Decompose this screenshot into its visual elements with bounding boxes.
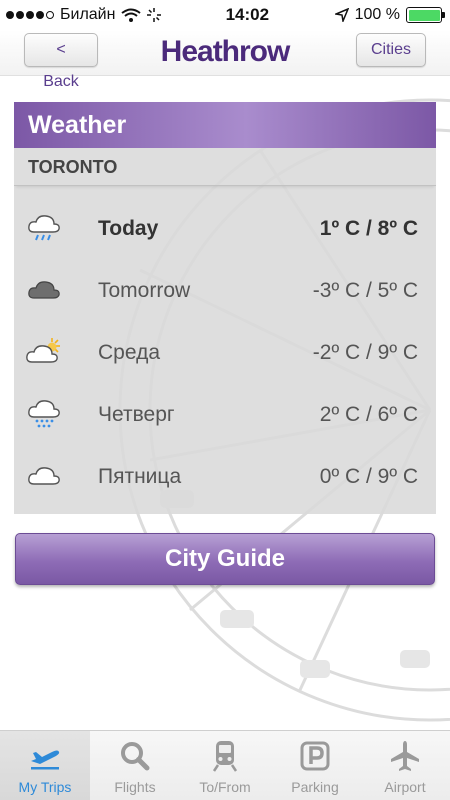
tab-label: Airport — [384, 779, 426, 795]
forecast-temperature: 1º C / 8º C — [319, 217, 418, 240]
tab-my-trips[interactable]: My Trips — [0, 731, 90, 800]
tab-label: Parking — [291, 779, 339, 795]
forecast-temperature: -2º C / 9º C — [312, 341, 418, 364]
tab-flights[interactable]: Flights — [90, 731, 180, 800]
parking-icon — [300, 741, 330, 771]
search-icon — [121, 742, 150, 771]
forecast-day: Четверг — [98, 403, 175, 426]
cloud-icon — [28, 467, 60, 485]
battery-percent: 100 % — [354, 6, 400, 23]
forecast-row-today: Today 1º C / 8º C — [14, 198, 436, 260]
status-bar: Билайн 14:02 100 % — [0, 0, 450, 30]
weather-panel: Weather TORONTO Today 1º C / 8º C Tomorr… — [14, 102, 436, 514]
tab-bar: My Trips Flights To/From Parking Airport — [0, 730, 450, 800]
location-arrow-icon — [334, 8, 349, 22]
forecast-row-wednesday: Среда -2º C / 9º C — [14, 322, 436, 384]
rain-cloud-icon — [28, 215, 60, 241]
city-guide-button[interactable]: City Guide — [15, 533, 435, 585]
tab-label: Flights — [114, 779, 156, 795]
forecast-row-tomorrow: Tomorrow -3º C / 5º C — [14, 260, 436, 322]
airplane-takeoff-icon — [31, 750, 60, 770]
navigation-bar: < Back Heathrow Cities — [0, 30, 450, 90]
city-name: TORONTO — [14, 148, 436, 186]
tab-to-from[interactable]: To/From — [180, 731, 270, 800]
forecast-day: Tomorrow — [98, 279, 191, 302]
forecast-day: Среда — [98, 341, 160, 364]
forecast-day: Today — [98, 217, 159, 240]
weather-header: Weather — [14, 102, 436, 148]
tab-label: My Trips — [18, 779, 72, 795]
wifi-icon — [121, 8, 142, 22]
forecast-temperature: 2º C / 6º C — [319, 403, 418, 426]
clock: 14:02 — [225, 5, 270, 24]
tab-airport[interactable]: Airport — [360, 731, 450, 800]
forecast-day: Пятница — [98, 465, 182, 488]
signal-strength-icon — [6, 11, 54, 19]
forecast-row-friday: Пятница 0º C / 9º C — [14, 446, 436, 508]
tab-parking[interactable]: Parking — [270, 731, 360, 800]
cities-button[interactable]: Cities — [356, 33, 426, 67]
carrier-name: Билайн — [60, 6, 116, 23]
battery-icon — [406, 7, 445, 23]
dark-cloud-icon — [28, 281, 60, 299]
forecast-row-thursday: Четверг 2º C / 6º C — [14, 384, 436, 446]
airplane-icon — [391, 741, 419, 771]
forecast-temperature: 0º C / 9º C — [319, 465, 418, 488]
tab-label: To/From — [199, 779, 251, 795]
snow-cloud-icon — [28, 400, 60, 428]
train-icon — [212, 741, 238, 772]
forecast-temperature: -3º C / 5º C — [312, 279, 418, 302]
sun-cloud-icon — [26, 338, 60, 363]
